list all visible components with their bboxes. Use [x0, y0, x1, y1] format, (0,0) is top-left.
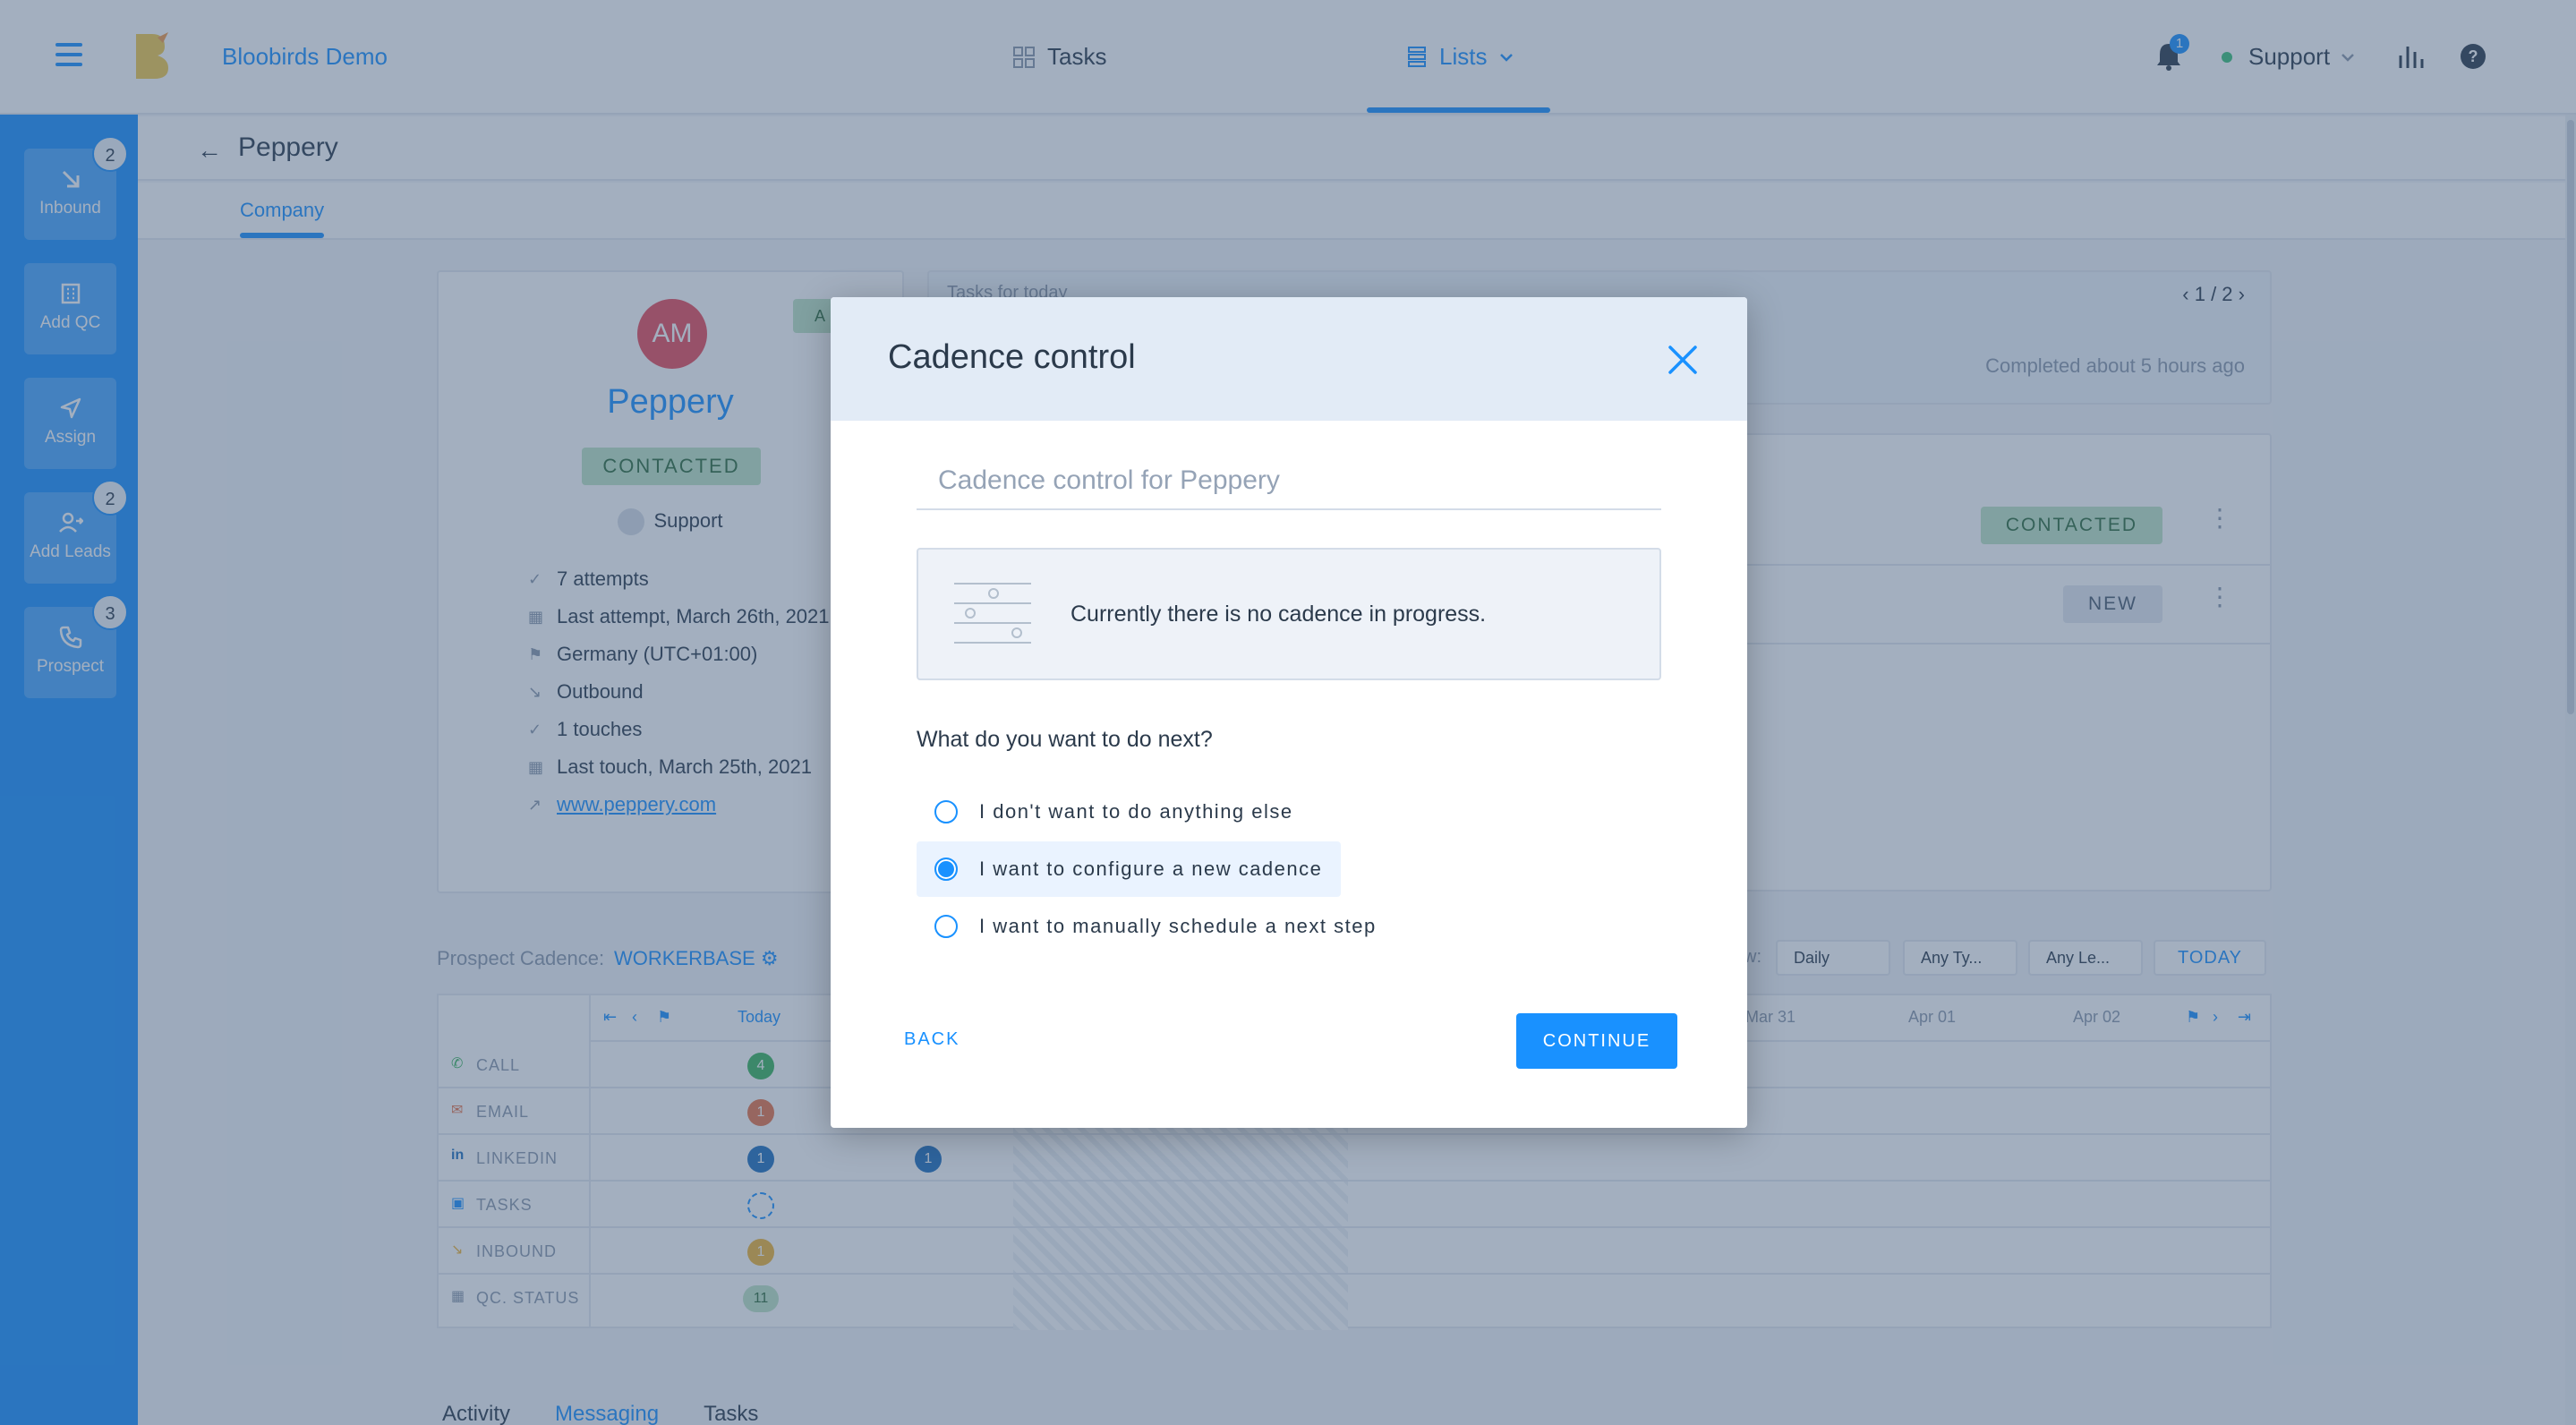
radio-button[interactable]	[934, 915, 958, 938]
radio-button-selected[interactable]	[934, 858, 958, 881]
modal-header: Cadence control	[831, 297, 1747, 421]
cadence-empty-icon	[954, 583, 1031, 644]
option-label: I want to configure a new cadence	[979, 858, 1323, 880]
no-cadence-notice: Currently there is no cadence in progres…	[917, 548, 1661, 680]
option-label: I don't want to do anything else	[979, 800, 1293, 823]
back-button[interactable]: BACK	[904, 1029, 960, 1050]
option-configure-new-cadence[interactable]: I want to configure a new cadence	[917, 841, 1341, 897]
notice-text: Currently there is no cadence in progres…	[1070, 602, 1487, 627]
cadence-control-modal: Cadence control Cadence control for Pepp…	[831, 297, 1747, 1128]
option-manual-next-step[interactable]: I want to manually schedule a next step	[917, 899, 1418, 954]
option-do-nothing[interactable]: I don't want to do anything else	[917, 784, 1341, 840]
continue-button[interactable]: CONTINUE	[1516, 1013, 1677, 1069]
radio-button[interactable]	[934, 800, 958, 823]
option-label: I want to manually schedule a next step	[979, 915, 1377, 937]
modal-title: Cadence control	[888, 338, 1136, 376]
modal-subtitle: Cadence control for Peppery	[917, 465, 1661, 510]
next-step-question: What do you want to do next?	[917, 727, 1213, 752]
close-icon[interactable]	[1667, 344, 1699, 376]
